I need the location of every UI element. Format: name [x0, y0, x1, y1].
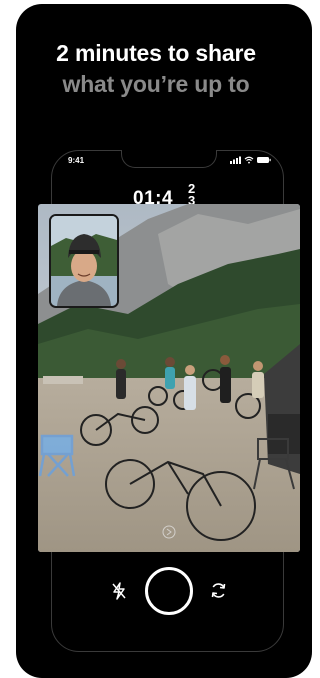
status-bar-time: 9:41: [68, 156, 85, 165]
signal-icon: [230, 156, 241, 164]
shutter-button[interactable]: [145, 567, 193, 615]
wifi-icon: [244, 156, 254, 164]
flash-off-icon[interactable]: [111, 582, 127, 600]
status-bar-icons: [230, 156, 271, 164]
switch-camera-icon[interactable]: [209, 581, 228, 600]
headline-line-2: what you’re up to: [62, 71, 250, 97]
headline-line-1: 2 minutes to share: [56, 40, 256, 66]
front-camera-selfie: [49, 214, 119, 308]
phone-notch: [121, 150, 217, 168]
battery-icon: [257, 157, 271, 163]
promo-headline: 2 minutes to share what you’re up to: [0, 38, 312, 100]
